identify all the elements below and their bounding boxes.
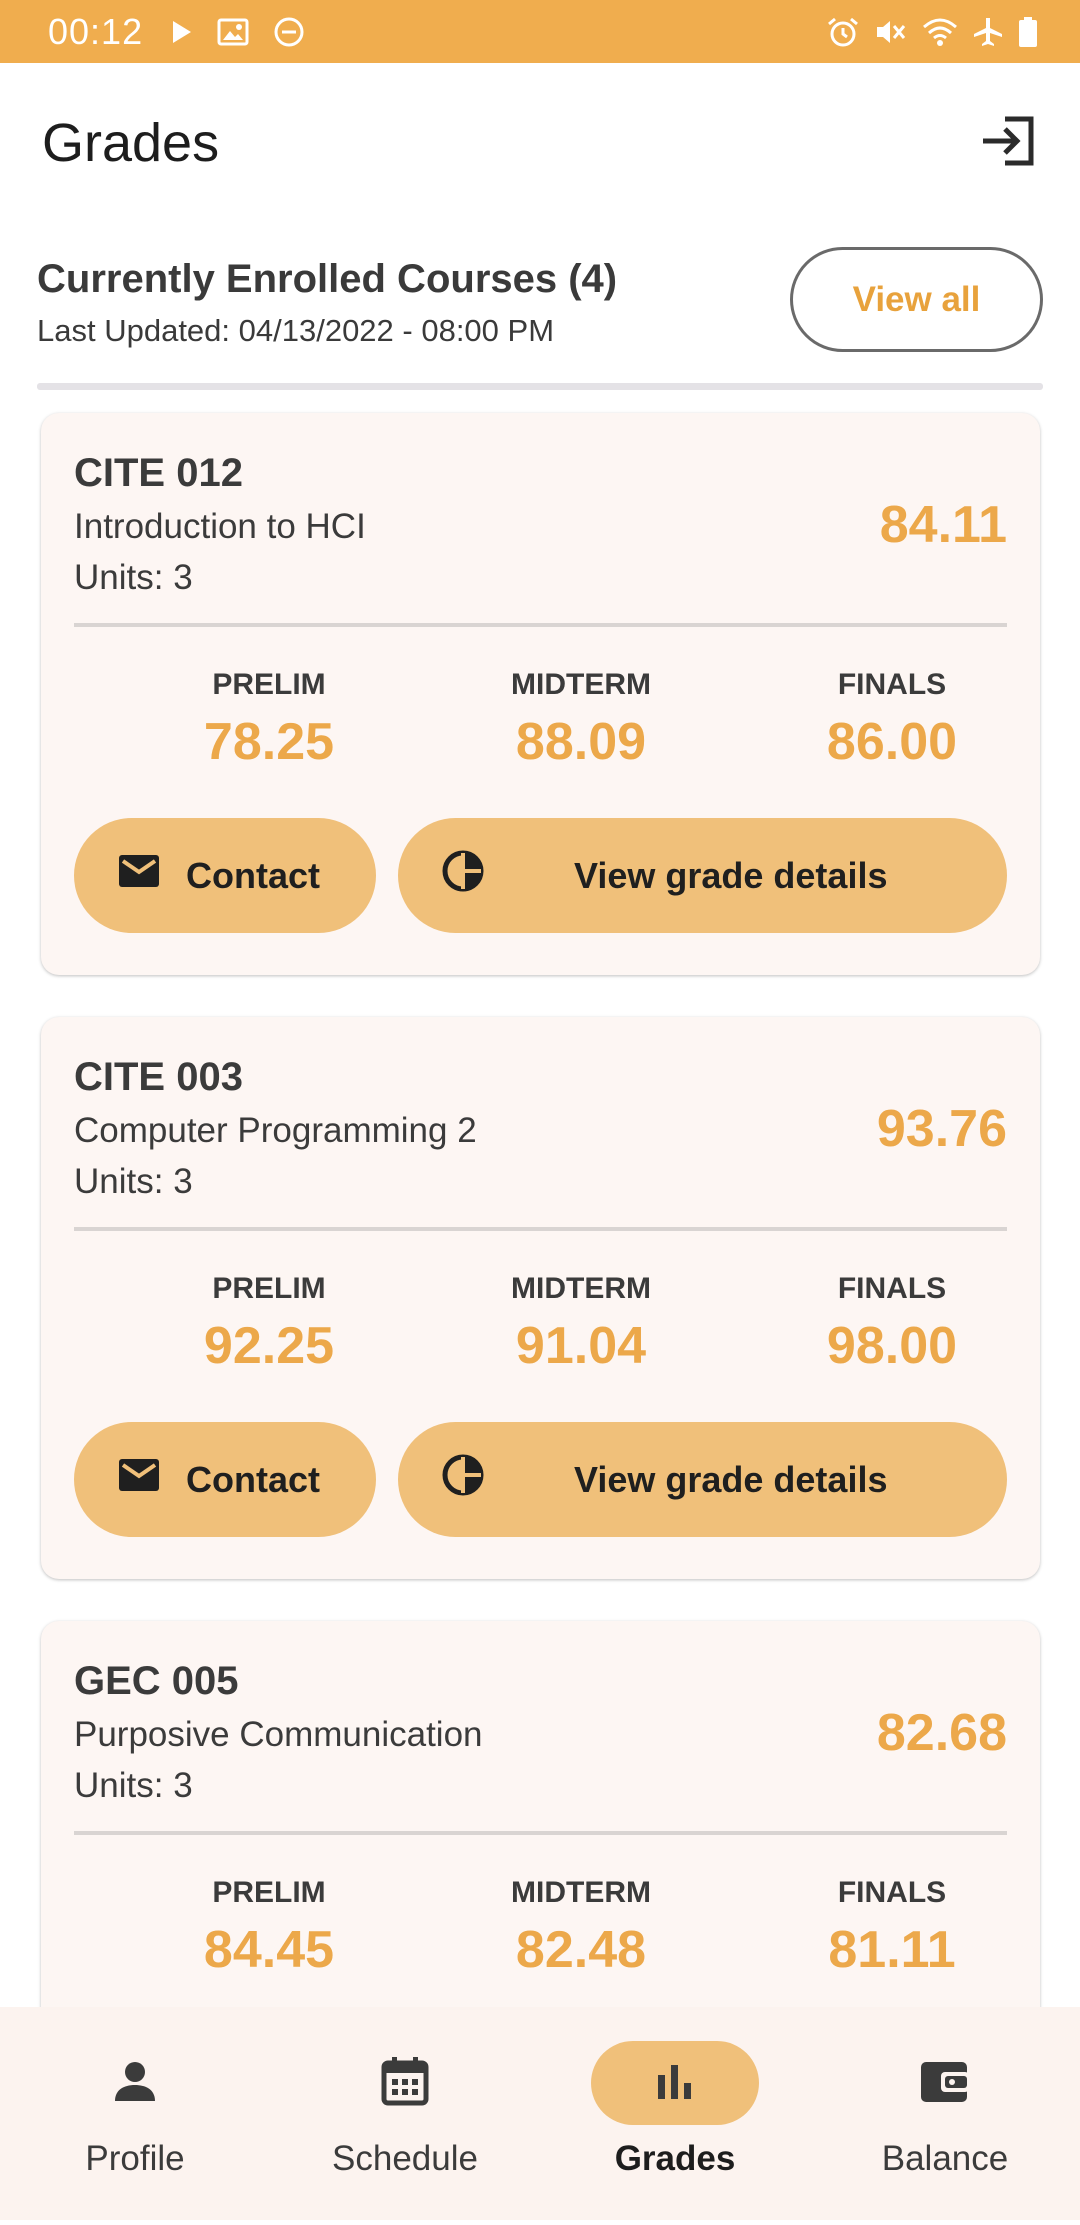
status-right-icons (826, 16, 1038, 48)
course-name: Computer Programming 2 (74, 1111, 477, 1150)
battery-icon (1018, 16, 1038, 48)
nav-item-schedule[interactable]: Schedule (270, 2007, 540, 2220)
nav-item-balance[interactable]: Balance (810, 2007, 1080, 2220)
prelim-label: PRELIM (212, 668, 326, 701)
app-bar: Grades (0, 63, 1080, 223)
finals-label: FINALS (837, 1272, 947, 1305)
pie-chart-icon (442, 850, 484, 901)
prelim-grade: PRELIM 92.25 (149, 1272, 389, 1376)
finals-grade: FINALS 98.00 (772, 1272, 1012, 1376)
status-bar: 00:12 (0, 0, 1080, 63)
prelim-value: 84.45 (203, 1921, 335, 1979)
course-code: GEC 005 (74, 1659, 239, 1703)
image-icon (217, 18, 249, 46)
finals-label: FINALS (837, 1876, 947, 1909)
course-grade: 84.11 (879, 496, 1007, 554)
nav-pill (861, 2041, 1029, 2125)
alarm-icon (826, 16, 860, 48)
finals-value: 86.00 (826, 713, 958, 771)
finals-grade: FINALS 86.00 (772, 668, 1012, 772)
pie-chart-icon (442, 1454, 484, 1505)
prelim-value: 78.25 (203, 713, 335, 771)
nav-pill (51, 2041, 219, 2125)
view-grade-details-label: View grade details (574, 1458, 888, 1500)
course-name: Purposive Communication (74, 1715, 483, 1754)
mail-icon (118, 1458, 160, 1501)
bar-chart-icon (655, 2063, 695, 2104)
midterm-label: MIDTERM (511, 1272, 651, 1305)
course-code: CITE 003 (74, 1055, 243, 1099)
nav-label-balance: Balance (881, 2139, 1009, 2178)
midterm-value: 88.09 (515, 713, 647, 771)
nav-pill-active (591, 2041, 759, 2125)
wifi-icon (922, 17, 958, 47)
status-time: 00:12 (48, 10, 144, 52)
finals-label: FINALS (837, 668, 947, 701)
prelim-grade: PRELIM 78.25 (149, 668, 389, 772)
enrolled-courses-header: Currently Enrolled Courses (4) Last Upda… (37, 245, 1043, 390)
logout-icon (979, 115, 1037, 172)
course-name: Introduction to HCI (74, 507, 366, 546)
course-card: CITE 003 Computer Programming 2 Units: 3… (41, 1017, 1040, 1579)
midterm-value: 82.48 (515, 1921, 647, 1979)
finals-value: 98.00 (826, 1317, 958, 1375)
card-divider (74, 1227, 1007, 1231)
section-divider (37, 383, 1043, 390)
mail-icon (118, 854, 160, 897)
course-list: CITE 012 Introduction to HCI Units: 3 84… (41, 413, 1040, 2225)
play-icon (171, 19, 193, 45)
view-grade-details-button[interactable]: View grade details (398, 818, 1007, 933)
midterm-grade: MIDTERM 88.09 (461, 668, 701, 772)
nav-item-grades[interactable]: Grades (540, 2007, 810, 2220)
contact-label: Contact (186, 1458, 320, 1500)
view-grade-details-label: View grade details (574, 854, 888, 896)
prelim-value: 92.25 (203, 1317, 335, 1375)
view-grade-details-button[interactable]: View grade details (398, 1422, 1007, 1537)
calendar-icon (381, 2056, 429, 2111)
bottom-navigation: Profile Schedule Grades Balance (0, 2007, 1080, 2220)
card-divider (74, 1831, 1007, 1835)
course-units: Units: 3 (74, 1766, 193, 1805)
finals-grade: FINALS 81.11 (772, 1876, 1012, 1980)
contact-label: Contact (186, 854, 320, 896)
dnd-icon (273, 16, 305, 48)
section-title: Currently Enrolled Courses (4) (37, 257, 618, 301)
view-all-button[interactable]: View all (790, 247, 1043, 352)
course-card: CITE 012 Introduction to HCI Units: 3 84… (41, 413, 1040, 975)
logout-button[interactable] (972, 107, 1044, 179)
prelim-grade: PRELIM 84.45 (149, 1876, 389, 1980)
midterm-grade: MIDTERM 82.48 (461, 1876, 701, 1980)
card-divider (74, 623, 1007, 627)
course-units: Units: 3 (74, 1162, 193, 1201)
page-title: Grades (42, 113, 220, 173)
nav-pill (321, 2041, 489, 2125)
course-units: Units: 3 (74, 558, 193, 597)
wallet-icon (919, 2058, 971, 2109)
midterm-grade: MIDTERM 91.04 (461, 1272, 701, 1376)
nav-label-schedule: Schedule (332, 2139, 478, 2178)
nav-item-profile[interactable]: Profile (0, 2007, 270, 2220)
course-grade: 82.68 (876, 1704, 1007, 1762)
prelim-label: PRELIM (212, 1272, 326, 1305)
mute-icon (874, 16, 908, 48)
prelim-label: PRELIM (212, 1876, 326, 1909)
midterm-value: 91.04 (515, 1317, 647, 1375)
midterm-label: MIDTERM (511, 668, 651, 701)
finals-value: 81.11 (828, 1921, 956, 1979)
course-grade: 93.76 (876, 1100, 1007, 1158)
person-icon (111, 2057, 159, 2110)
nav-label-profile: Profile (85, 2139, 185, 2178)
last-updated-text: Last Updated: 04/13/2022 - 08:00 PM (37, 313, 555, 348)
status-left-icons (171, 16, 305, 48)
contact-button[interactable]: Contact (74, 818, 376, 933)
course-code: CITE 012 (74, 451, 243, 495)
contact-button[interactable]: Contact (74, 1422, 376, 1537)
airplane-icon (972, 16, 1004, 48)
nav-label-grades: Grades (614, 2139, 736, 2178)
midterm-label: MIDTERM (511, 1876, 651, 1909)
